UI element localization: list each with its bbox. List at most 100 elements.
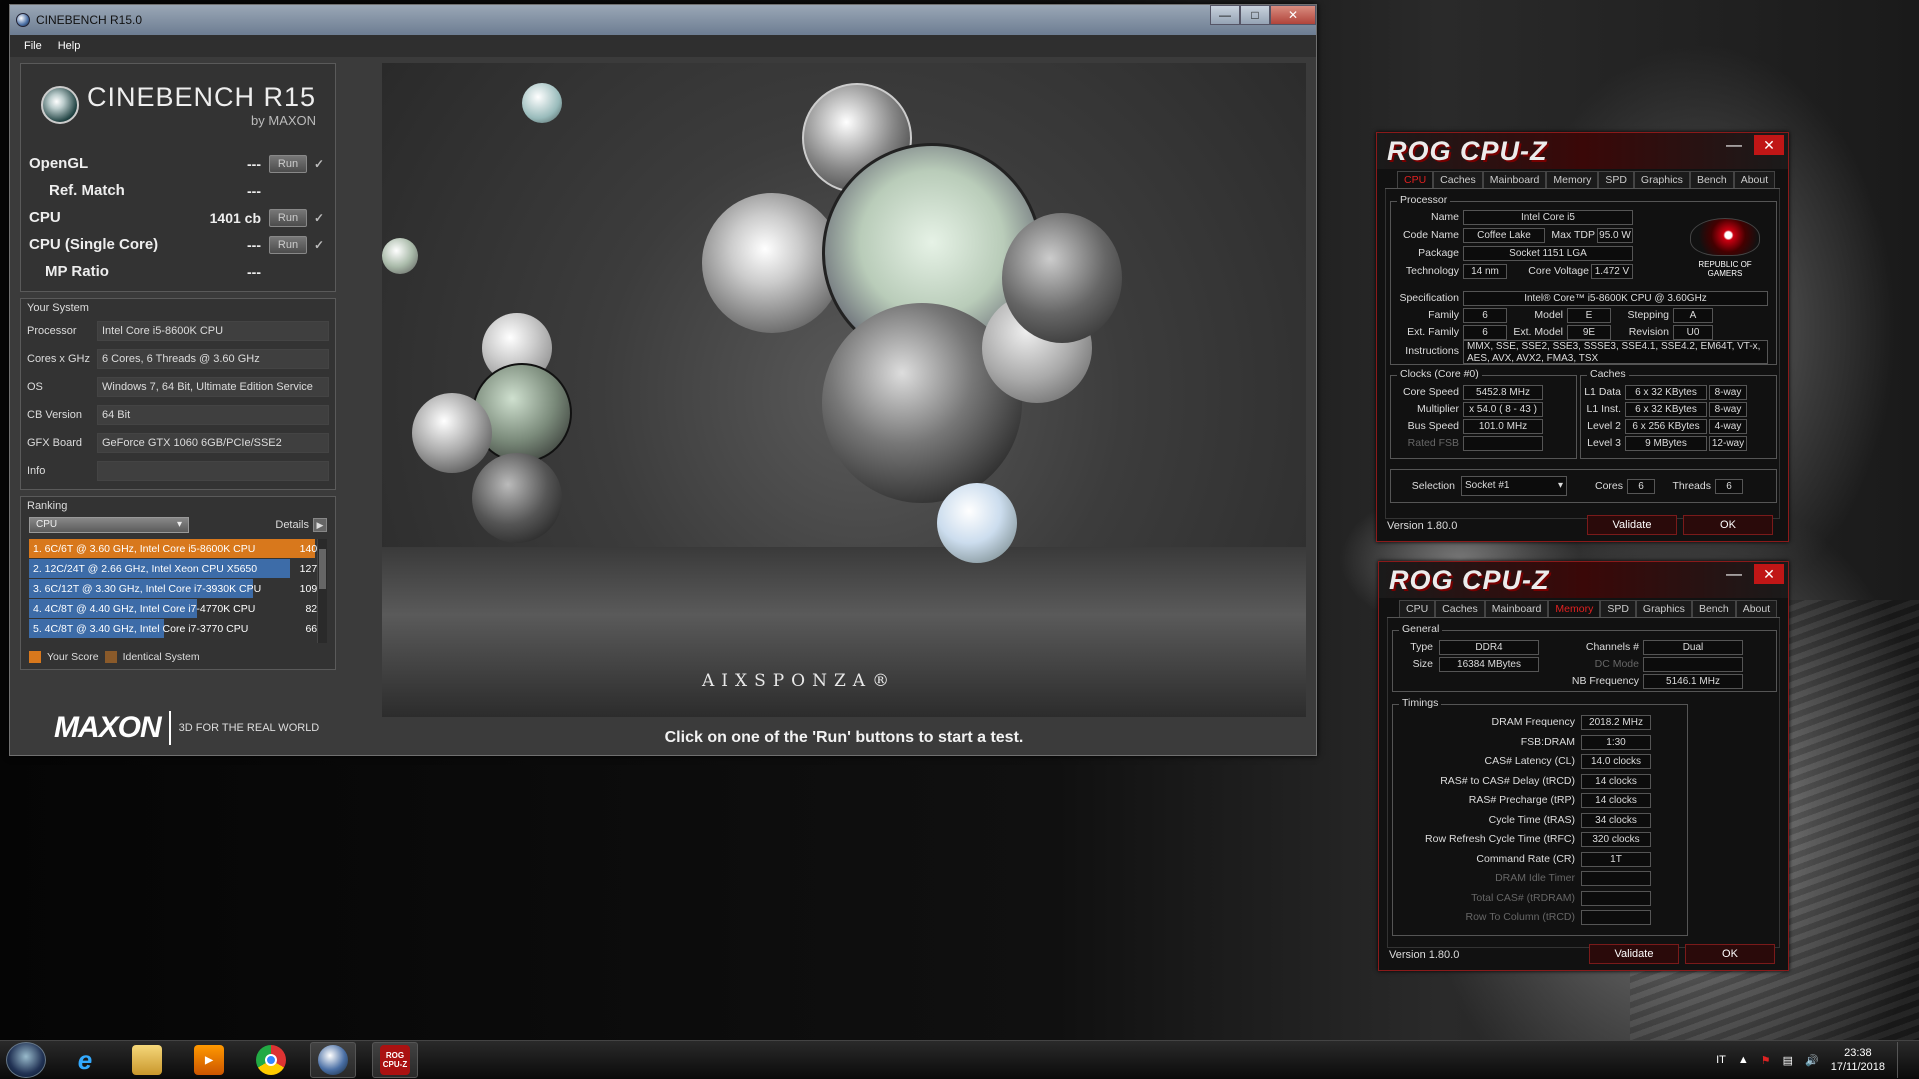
run-cpu-button[interactable]: Run <box>269 208 307 227</box>
details-label[interactable]: Details <box>275 519 309 531</box>
tab-graphics[interactable]: Graphics <box>1635 600 1692 617</box>
test-name: MP Ratio <box>45 263 109 280</box>
maxon-tagline: 3D FOR THE REAL WORLD <box>178 722 320 734</box>
tab-cpu[interactable]: CPU <box>1399 600 1436 617</box>
extmodel-label: Ext. Model <box>1513 326 1563 338</box>
system-label: Processor <box>27 325 77 337</box>
socket-select[interactable]: Socket #1 ▾ <box>1461 476 1567 496</box>
system-row: CB Version 64 Bit <box>21 401 335 429</box>
taskbar-app-cinebench[interactable] <box>310 1042 356 1078</box>
menu-file[interactable]: File <box>24 40 42 52</box>
tab-memory[interactable]: Memory <box>1548 600 1601 617</box>
timing-label: Row To Column (tRCD) <box>1465 911 1576 923</box>
cinebench-titlebar[interactable]: CINEBENCH R15.0 — □ ✕ <box>10 5 1316 35</box>
run-cpu-single-button[interactable]: Run <box>269 235 307 254</box>
cpuz-memory-body: General Type DDR4 Size 16384 MBytes Chan… <box>1387 618 1780 948</box>
type-field: DDR4 <box>1439 640 1539 655</box>
ranking-row[interactable]: 3. 6C/12T @ 3.30 GHz, Intel Core i7-3930… <box>29 579 327 598</box>
rog-cpuz-logo: ROG CPU-Z <box>1389 564 1550 595</box>
action-center-flag-icon[interactable]: ⚑ <box>1761 1054 1771 1067</box>
ranking-row[interactable]: 4. 4C/8T @ 4.40 GHz, Intel Core i7-4770K… <box>29 599 327 618</box>
ranking-text: 5. 4C/8T @ 3.40 GHz, Intel Core i7-3770 … <box>33 622 249 635</box>
folder-icon <box>132 1045 162 1075</box>
clock[interactable]: 23:38 17/11/2018 <box>1831 1046 1885 1074</box>
l2-field: 6 x 256 KBytes <box>1625 419 1707 434</box>
close-button[interactable]: ✕ <box>1754 135 1784 155</box>
spec-label: Specification <box>1399 292 1459 304</box>
ranking-text: 1. 6C/6T @ 3.60 GHz, Intel Core i5-8600K… <box>33 542 256 555</box>
timing-label: RAS# to CAS# Delay (tRCD) <box>1440 774 1575 787</box>
check-icon[interactable]: ✓ <box>311 238 327 252</box>
tab-mainboard[interactable]: Mainboard <box>1484 600 1549 617</box>
scroll-thumb[interactable] <box>319 549 326 589</box>
taskbar-app-media-player[interactable]: ▶ <box>186 1042 232 1078</box>
l3-label: Level 3 <box>1587 437 1621 449</box>
details-arrow-icon[interactable]: ▶ <box>313 518 327 532</box>
maxon-logo: MAXON <box>20 711 171 745</box>
network-icon[interactable]: ▤ <box>1783 1054 1793 1067</box>
group-title: General <box>1399 623 1443 635</box>
tab-spd[interactable]: SPD <box>1598 171 1634 188</box>
tab-spd[interactable]: SPD <box>1600 600 1636 617</box>
timing-value <box>1581 871 1651 886</box>
close-button[interactable]: ✕ <box>1270 5 1316 25</box>
minimize-button[interactable]: — <box>1726 566 1742 584</box>
tab-memory[interactable]: Memory <box>1546 171 1599 188</box>
volume-icon[interactable]: 🔊 <box>1805 1054 1819 1067</box>
ranking-row[interactable]: 5. 4C/8T @ 3.40 GHz, Intel Core i7-3770 … <box>29 619 327 638</box>
close-button[interactable]: ✕ <box>1754 564 1784 584</box>
clock-time: 23:38 <box>1844 1047 1872 1059</box>
validate-button[interactable]: Validate <box>1589 944 1679 964</box>
menu-help[interactable]: Help <box>58 40 81 52</box>
ok-button[interactable]: OK <box>1683 515 1773 535</box>
timing-value: 14.0 clocks <box>1581 754 1651 769</box>
run-opengl-button[interactable]: Run <box>269 154 307 173</box>
tab-bench[interactable]: Bench <box>1689 171 1734 188</box>
minimize-button[interactable]: — <box>1726 137 1742 155</box>
check-icon[interactable]: ✓ <box>311 211 327 225</box>
render-sphere <box>472 453 562 543</box>
tab-cpu[interactable]: CPU <box>1397 171 1434 188</box>
minimize-button[interactable]: — <box>1210 5 1240 25</box>
corevoltage-label: Core Voltage <box>1528 265 1589 277</box>
processor-group: Processor Name Intel Core i5 Code Name C… <box>1390 194 1777 365</box>
language-indicator[interactable]: IT <box>1716 1054 1726 1066</box>
extfamily-label: Ext. Family <box>1407 326 1459 338</box>
tray-expand-icon[interactable]: ▲ <box>1738 1054 1749 1066</box>
maximize-button[interactable]: □ <box>1240 5 1270 25</box>
check-icon[interactable]: ✓ <box>311 157 327 171</box>
timing-value: 2018.2 MHz <box>1581 715 1651 730</box>
cpuz-titlebar[interactable]: ROG CPU-Z — ✕ <box>1379 562 1788 598</box>
cpuz-titlebar[interactable]: ROG CPU-Z — ✕ <box>1377 133 1788 169</box>
ok-button[interactable]: OK <box>1685 944 1775 964</box>
tab-bench[interactable]: Bench <box>1691 600 1736 617</box>
ranking-scrollbar[interactable] <box>317 539 327 643</box>
ranking-dropdown[interactable]: CPU ▾ <box>29 517 189 533</box>
test-name: Ref. Match <box>49 182 125 199</box>
tab-caches[interactable]: Caches <box>1433 171 1483 188</box>
tab-about[interactable]: About <box>1735 600 1778 617</box>
render-sphere <box>382 238 418 274</box>
cinebench-app-icon <box>16 13 30 27</box>
system-value: 64 Bit <box>97 405 329 425</box>
start-button[interactable] <box>6 1042 46 1078</box>
package-label: Package <box>1418 247 1459 259</box>
ranking-text: 3. 6C/12T @ 3.30 GHz, Intel Core i7-3930… <box>33 582 262 595</box>
ranking-row[interactable]: 2. 12C/24T @ 2.66 GHz, Intel Xeon CPU X5… <box>29 559 327 578</box>
tab-mainboard[interactable]: Mainboard <box>1482 171 1547 188</box>
validate-button[interactable]: Validate <box>1587 515 1677 535</box>
taskbar-app-ie[interactable]: e <box>62 1042 108 1078</box>
show-desktop-button[interactable] <box>1897 1042 1907 1078</box>
taskbar-app-chrome[interactable] <box>248 1042 294 1078</box>
l3-way-field: 12-way <box>1709 436 1747 451</box>
taskbar-app-explorer[interactable] <box>124 1042 170 1078</box>
test-row-cpu: CPU 1401 cb Run ✓ <box>29 204 327 231</box>
tab-about[interactable]: About <box>1733 171 1776 188</box>
ranking-row[interactable]: 1. 6C/6T @ 3.60 GHz, Intel Core i5-8600K… <box>29 539 327 558</box>
cinebench-sphere-icon <box>41 86 79 124</box>
timing-value: 14 clocks <box>1581 793 1651 808</box>
tab-graphics[interactable]: Graphics <box>1633 171 1690 188</box>
taskbar-app-rog-cpuz[interactable]: ROG CPU-Z <box>372 1042 418 1078</box>
tab-caches[interactable]: Caches <box>1435 600 1485 617</box>
info-input[interactable] <box>97 461 329 481</box>
